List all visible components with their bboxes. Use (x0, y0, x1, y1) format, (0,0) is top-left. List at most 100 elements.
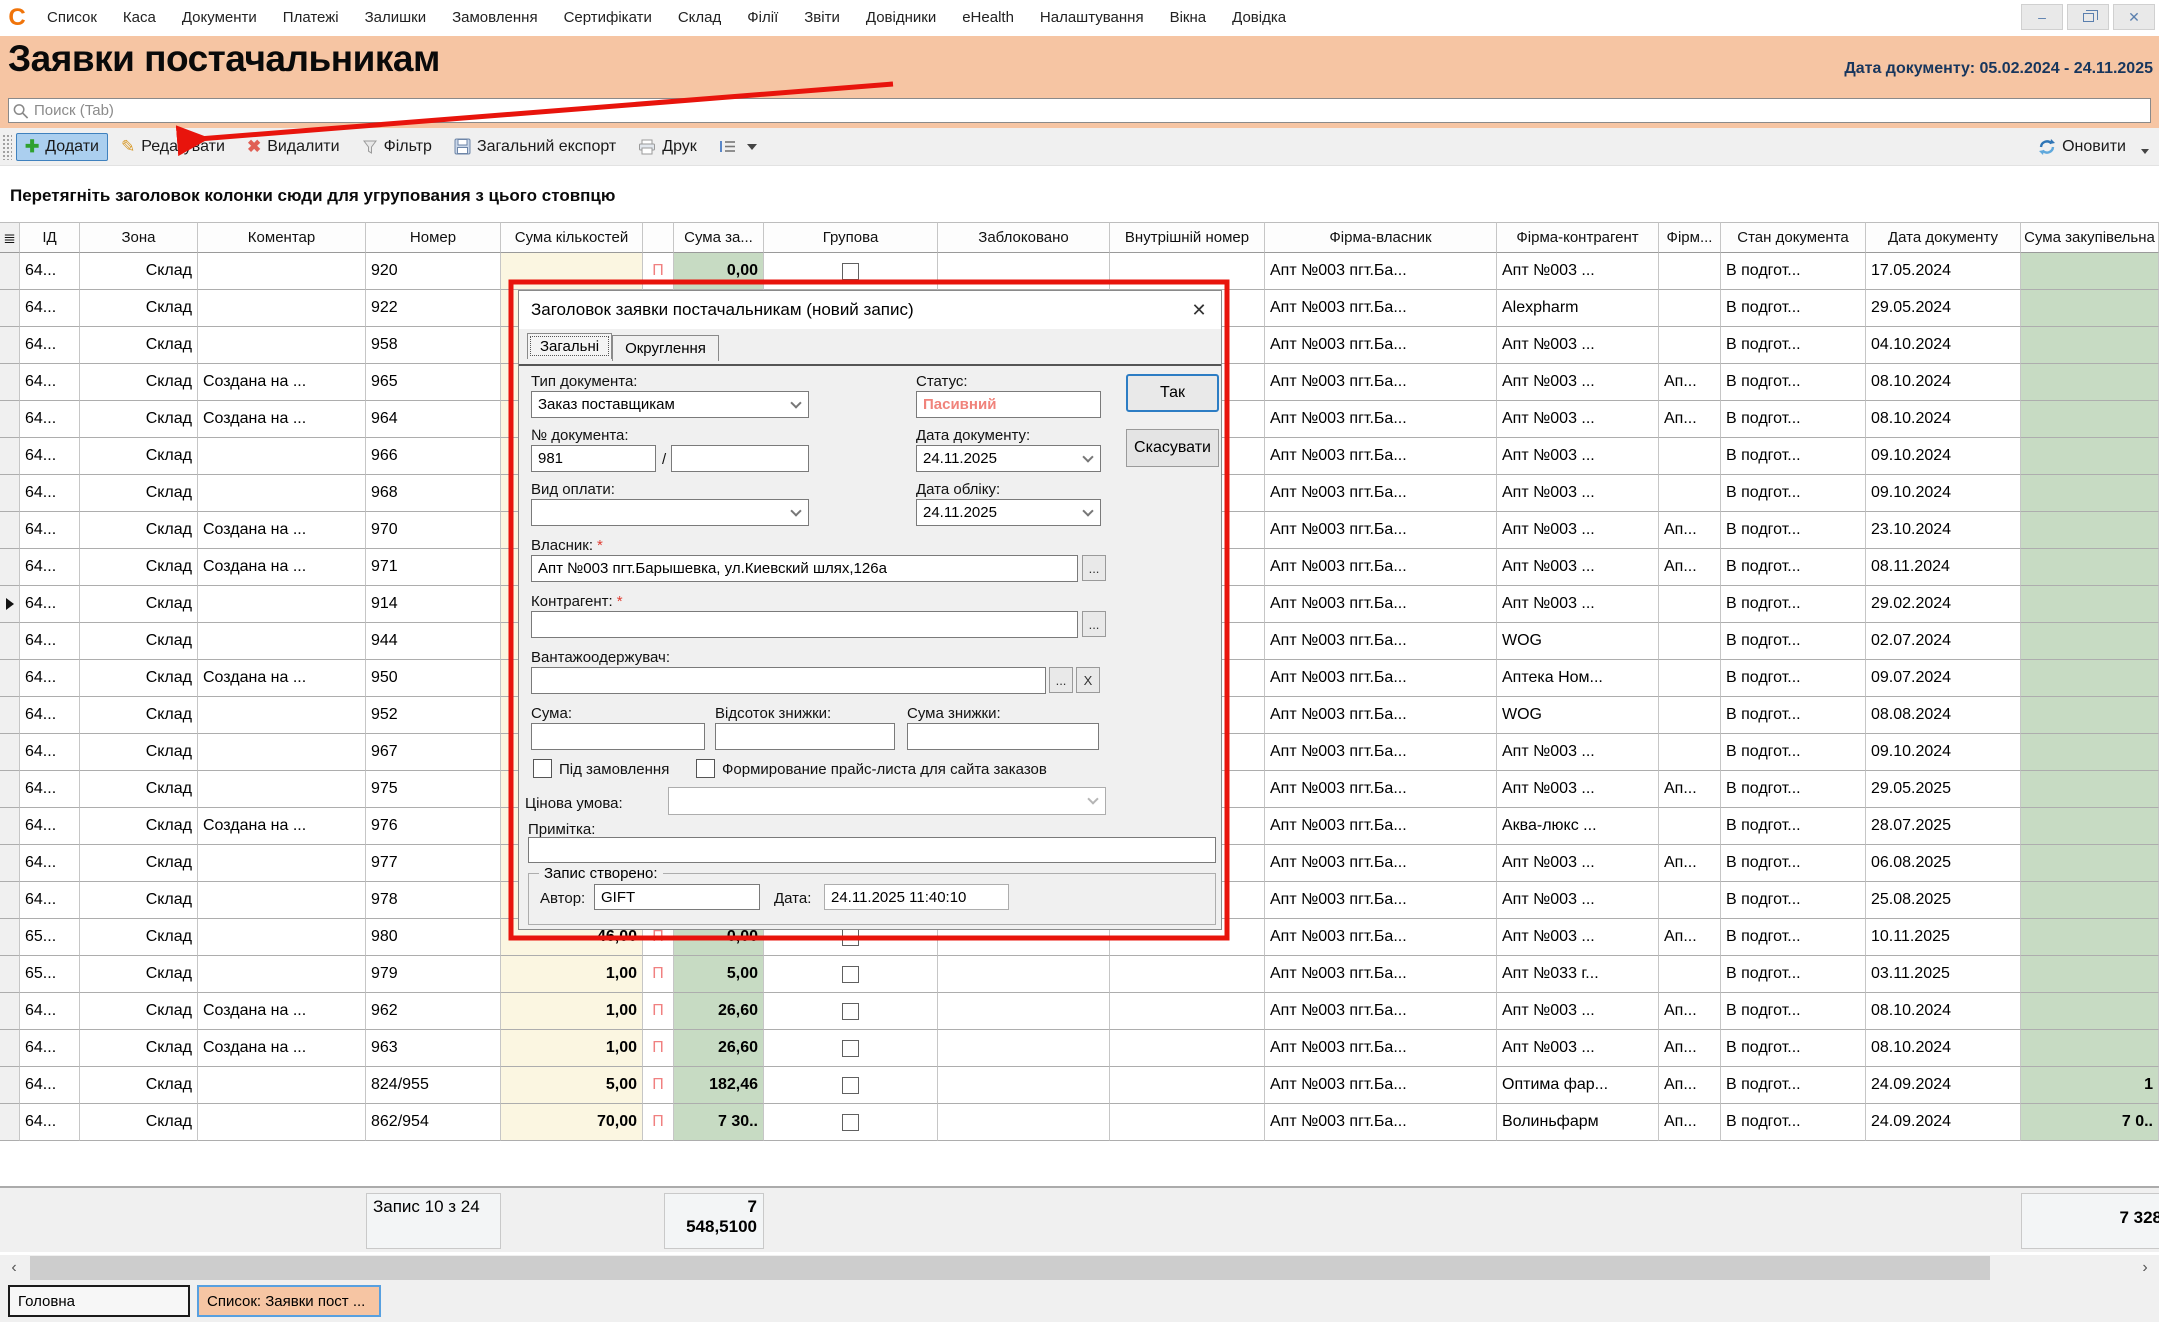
cell-state: В подгот... (1721, 660, 1866, 697)
delete-button[interactable]: ✖ Видалити (238, 133, 349, 161)
menu-item[interactable]: Залишки (352, 0, 440, 36)
cell-zone: Склад (80, 586, 198, 623)
scrollbar-thumb[interactable] (30, 1256, 1990, 1280)
table-row[interactable]: 64...Склад824/9555,00П182,46Апт №003 пгт… (0, 1067, 2159, 1104)
column-header-qty[interactable]: Сума кількостей (501, 222, 643, 253)
menu-item[interactable]: Склад (665, 0, 734, 36)
doc-number-input[interactable]: 981 (531, 445, 656, 472)
horizontal-scrollbar[interactable]: ‹ › (0, 1255, 2159, 1281)
discount-sum-input[interactable] (907, 723, 1099, 750)
column-header-comment[interactable]: Коментар (198, 222, 366, 253)
table-row[interactable]: 64...СкладСоздана на ...9621,00П26,60Апт… (0, 993, 2159, 1030)
consignee-input[interactable] (531, 667, 1046, 694)
doc-type-select[interactable]: Заказ поставщикам (531, 391, 809, 418)
cell-p: П (643, 1030, 674, 1067)
row-indicator (0, 882, 20, 919)
tab-general[interactable]: Загальні (527, 333, 612, 359)
menu-item[interactable]: Налаштування (1027, 0, 1157, 36)
column-header-blocked[interactable]: Заблоковано (938, 222, 1110, 253)
cell-date: 06.08.2025 (1866, 845, 2021, 882)
taskbar-list-tab[interactable]: Список: Заявки пост ... (197, 1285, 381, 1317)
under-order-checkbox[interactable] (533, 759, 552, 778)
group-checkbox[interactable] (842, 1003, 859, 1020)
menu-item[interactable]: Вікна (1157, 0, 1220, 36)
floppy-icon (454, 138, 471, 155)
group-checkbox[interactable] (842, 929, 859, 946)
column-header-firm[interactable]: Фірм... (1659, 222, 1721, 253)
scroll-left-arrow[interactable]: ‹ (0, 1255, 28, 1281)
column-header-zone[interactable]: Зона (80, 222, 198, 253)
cell-intnum (1110, 993, 1265, 1030)
note-input[interactable] (528, 837, 1216, 863)
pricelist-checkbox[interactable] (696, 759, 715, 778)
table-row[interactable]: 64...Склад920П0,00Апт №003 пгт.Ба...Апт … (0, 253, 2159, 290)
export-button[interactable]: Загальний експорт (445, 133, 625, 161)
dialog-close-icon[interactable]: ✕ (1185, 297, 1213, 323)
column-header-p[interactable] (643, 222, 674, 253)
view-options-button[interactable] (710, 134, 766, 159)
group-checkbox[interactable] (842, 1114, 859, 1131)
group-checkbox[interactable] (842, 966, 859, 983)
taskbar-home-button[interactable]: Головна (8, 1285, 190, 1317)
menu-item[interactable]: Довідники (853, 0, 949, 36)
edit-button[interactable]: ✎ Редагувати (112, 133, 234, 161)
print-button[interactable]: Друк (629, 133, 706, 161)
column-header-purch[interactable]: Сума закупівельна (2021, 222, 2159, 253)
filter-button[interactable]: Фільтр (353, 133, 441, 161)
close-button[interactable]: ✕ (2113, 4, 2155, 30)
refresh-caret-icon[interactable] (2141, 149, 2149, 154)
contragent-input[interactable] (531, 611, 1078, 638)
tab-rounding[interactable]: Округлення (612, 335, 719, 361)
cell-owner: Апт №003 пгт.Ба... (1265, 586, 1497, 623)
menu-item[interactable]: Сертифікати (551, 0, 665, 36)
refresh-button[interactable]: Оновити (2029, 133, 2135, 161)
column-header-id[interactable]: ІД (20, 222, 80, 253)
search-input[interactable]: Поиск (Tab) (8, 98, 2151, 123)
consignee-clear-button[interactable]: X (1076, 667, 1100, 693)
ok-button[interactable]: Так (1126, 374, 1219, 412)
table-row[interactable]: 64...СкладСоздана на ...9631,00П26,60Апт… (0, 1030, 2159, 1067)
add-button[interactable]: ✚ Додати (16, 133, 108, 161)
row-indicator (0, 697, 20, 734)
discount-pct-input[interactable] (715, 723, 895, 750)
column-header-state[interactable]: Стан документа (1721, 222, 1866, 253)
owner-input[interactable]: Апт №003 пгт.Барышевка, ул.Киевский шлях… (531, 555, 1078, 582)
column-header-date[interactable]: Дата документу (1866, 222, 2021, 253)
menu-item[interactable]: Список (34, 0, 110, 36)
toolbar-grip[interactable] (2, 134, 12, 160)
column-header-owner[interactable]: Фірма-власник (1265, 222, 1497, 253)
scroll-right-arrow[interactable]: › (2131, 1255, 2159, 1281)
table-row[interactable]: 64...Склад862/95470,00П7 30..Апт №003 пг… (0, 1104, 2159, 1141)
menu-item[interactable]: Філії (734, 0, 791, 36)
owner-browse-button[interactable]: ... (1082, 555, 1106, 581)
group-checkbox[interactable] (842, 1040, 859, 1057)
menu-item[interactable]: eHealth (949, 0, 1027, 36)
column-header-num[interactable]: Номер (366, 222, 501, 253)
column-header-contr[interactable]: Фірма-контрагент (1497, 222, 1659, 253)
table-row[interactable]: 65...Склад9791,00П5,00Апт №003 пгт.Ба...… (0, 956, 2159, 993)
contragent-browse-button[interactable]: ... (1082, 611, 1106, 637)
menu-item[interactable]: Каса (110, 0, 169, 36)
menu-item[interactable]: Замовлення (439, 0, 550, 36)
sum-input[interactable] (531, 723, 705, 750)
minimize-button[interactable]: – (2021, 4, 2063, 30)
cell-comment: Создана на ... (198, 364, 366, 401)
doc-number-suffix-input[interactable] (671, 445, 809, 472)
menu-item[interactable]: Платежі (270, 0, 352, 36)
group-checkbox[interactable] (842, 1077, 859, 1094)
column-header-grp[interactable]: Групова (764, 222, 938, 253)
payment-type-select[interactable] (531, 499, 809, 526)
menu-item[interactable]: Документи (169, 0, 270, 36)
column-header-sum[interactable]: Сума за... (674, 222, 764, 253)
column-header-intnum[interactable]: Внутрішній номер (1110, 222, 1265, 253)
menu-item[interactable]: Довідка (1219, 0, 1299, 36)
account-date-select[interactable]: 24.11.2025 (916, 499, 1101, 526)
restore-button[interactable] (2067, 4, 2109, 30)
menu-item[interactable]: Звіти (791, 0, 853, 36)
price-condition-select[interactable] (668, 787, 1106, 815)
cell-contr: Апт №003 ... (1497, 771, 1659, 808)
doc-date-select[interactable]: 24.11.2025 (916, 445, 1101, 472)
group-checkbox[interactable] (842, 263, 859, 280)
consignee-browse-button[interactable]: ... (1049, 667, 1073, 693)
cancel-button[interactable]: Скасувати (1126, 429, 1219, 467)
